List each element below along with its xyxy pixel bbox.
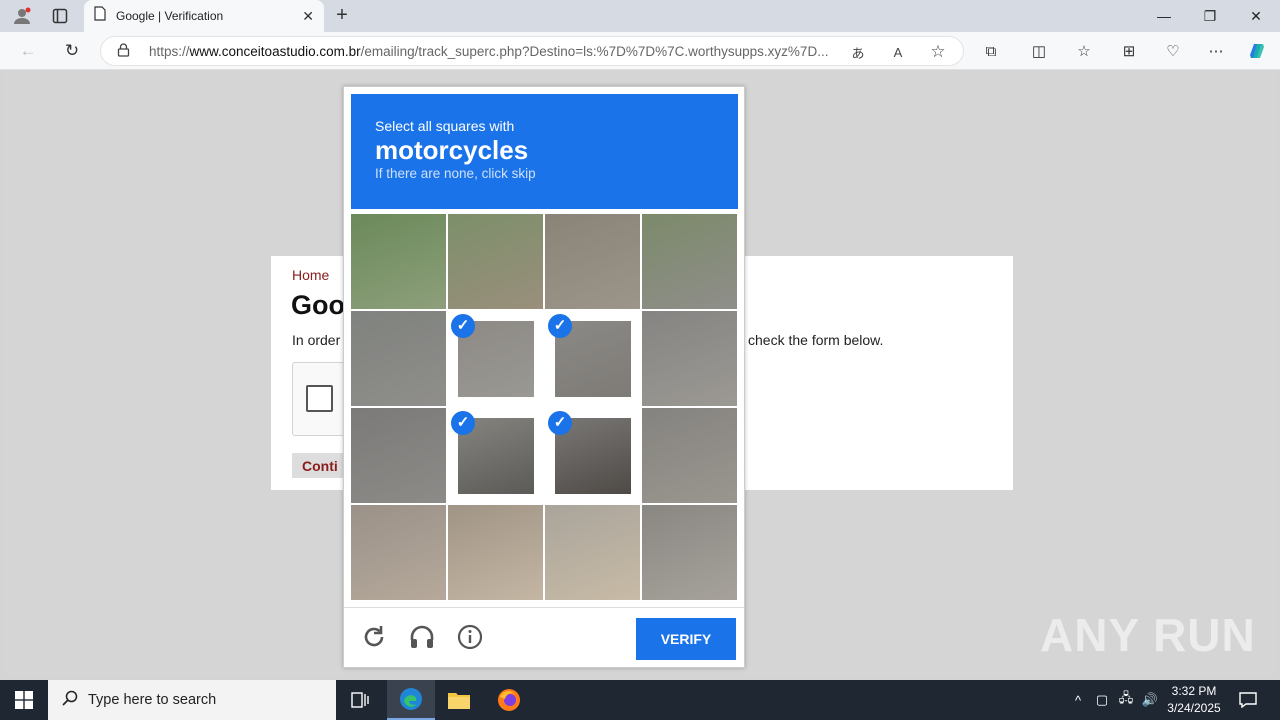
captcha-challenge: Select all squares with motorcycles If t…	[343, 86, 745, 668]
check-icon: ✓	[451, 314, 475, 338]
search-placeholder: Type here to search	[88, 692, 217, 708]
captcha-tile-image	[642, 408, 737, 503]
info-icon[interactable]	[454, 621, 486, 653]
captcha-tile[interactable]	[642, 408, 737, 503]
split-screen-icon[interactable]: ◫	[1026, 39, 1052, 63]
close-window-icon[interactable]: ✕	[1233, 0, 1279, 32]
audio-challenge-icon[interactable]	[406, 621, 438, 653]
browser-toolbar: ← ↻ https://www.conceitoastudio.com.br/e…	[0, 32, 1280, 70]
captcha-tile[interactable]	[642, 214, 737, 309]
captcha-tile-image	[642, 311, 737, 406]
captcha-tile-image	[642, 214, 737, 309]
favorite-star-icon[interactable]: ☆	[927, 41, 949, 63]
url-prefix: https://	[149, 44, 190, 59]
check-icon: ✓	[451, 411, 475, 435]
extensions-icon[interactable]: ⧉	[978, 39, 1004, 63]
copilot-icon[interactable]	[1244, 39, 1270, 63]
check-icon: ✓	[548, 411, 572, 435]
captcha-tile[interactable]	[351, 311, 446, 406]
captcha-tile[interactable]	[351, 505, 446, 600]
check-icon: ✓	[548, 314, 572, 338]
collections-icon[interactable]: ⊞	[1116, 39, 1142, 63]
captcha-tile[interactable]	[545, 214, 640, 309]
more-menu-icon[interactable]: ⋯	[1203, 39, 1229, 63]
captcha-tile-image	[351, 408, 446, 503]
captcha-tile-image	[351, 505, 446, 600]
url-text[interactable]: https://www.conceitoastudio.com.br/email…	[149, 44, 839, 59]
clock-date: 3/24/2025	[1167, 701, 1221, 715]
captcha-tile[interactable]	[642, 505, 737, 600]
favorites-icon[interactable]: ☆	[1071, 39, 1097, 63]
refresh-icon[interactable]: ↻	[58, 38, 86, 64]
notifications-icon[interactable]	[1236, 680, 1260, 720]
taskbar-clock[interactable]: 3:32 PM 3/24/2025	[1158, 683, 1230, 717]
reload-icon[interactable]	[358, 621, 390, 653]
tab-actions-icon[interactable]	[46, 4, 74, 28]
intro-text: In order	[292, 332, 341, 348]
captcha-tile[interactable]	[448, 214, 543, 309]
edge-taskbar-icon[interactable]	[387, 680, 435, 720]
captcha-tile[interactable]: ✓	[448, 408, 543, 503]
captcha-footer: VERIFY	[344, 607, 744, 667]
captcha-tile-image	[448, 505, 543, 600]
volume-icon[interactable]: 🔊	[1140, 680, 1160, 720]
captcha-tile-image	[545, 214, 640, 309]
task-view-icon[interactable]	[336, 680, 384, 720]
verify-button[interactable]: VERIFY	[636, 618, 736, 660]
address-bar[interactable]: https://www.conceitoastudio.com.br/email…	[100, 36, 964, 66]
taskbar-search-box[interactable]: Type here to search	[48, 680, 336, 720]
restore-icon[interactable]: ❐	[1187, 0, 1233, 32]
page-icon	[94, 6, 106, 26]
page-title: Goo	[291, 290, 345, 320]
captcha-tile-image	[448, 214, 543, 309]
captcha-target: motorcycles	[375, 135, 529, 165]
windows-taskbar: Type here to search ^ ▢ 🖧 🔊 3:32 PM 3/24…	[0, 680, 1280, 720]
close-tab-icon[interactable]: ✕	[302, 8, 314, 25]
captcha-tile[interactable]: ✓	[545, 408, 640, 503]
browser-tab-bar: Google | Verification ✕ + — ❐ ✕	[0, 0, 1280, 32]
home-link[interactable]: Home	[292, 267, 329, 283]
captcha-tile-image	[545, 505, 640, 600]
captcha-tile[interactable]: ✓	[545, 311, 640, 406]
captcha-hint: If there are none, click skip	[375, 166, 536, 181]
captcha-tile[interactable]	[642, 311, 737, 406]
intro-text-end: check the form below.	[748, 332, 884, 348]
captcha-tile-image	[351, 214, 446, 309]
captcha-header: Select all squares with motorcycles If t…	[351, 94, 738, 209]
captcha-image-grid: ✓ ✓ ✓ ✓	[351, 214, 738, 601]
file-explorer-icon[interactable]	[435, 680, 483, 720]
read-aloud-icon[interactable]: A	[887, 41, 909, 63]
captcha-tile-image	[642, 505, 737, 600]
captcha-tile[interactable]	[351, 214, 446, 309]
anyrun-watermark: ANY RUN	[1040, 609, 1256, 661]
captcha-tile[interactable]	[545, 505, 640, 600]
clock-time: 3:32 PM	[1171, 684, 1217, 698]
windows-start-icon[interactable]	[0, 680, 48, 720]
url-path: /emailing/track_superc.php?Destino=ls:%7…	[360, 44, 829, 59]
robot-checkbox[interactable]	[306, 385, 333, 412]
active-tab[interactable]: Google | Verification ✕	[84, 0, 324, 32]
captcha-tile[interactable]	[351, 408, 446, 503]
lock-icon[interactable]	[117, 43, 130, 60]
profile-icon[interactable]	[8, 4, 36, 28]
captcha-tile[interactable]	[448, 505, 543, 600]
back-icon[interactable]: ←	[14, 38, 42, 64]
captcha-instruction: Select all squares with	[375, 118, 515, 134]
translate-icon[interactable]: あ	[847, 41, 869, 63]
captcha-tile-image	[351, 311, 446, 406]
minimize-icon[interactable]: —	[1141, 0, 1187, 32]
url-host: www.conceitoastudio.com.br	[189, 44, 361, 59]
firefox-icon[interactable]	[485, 680, 533, 720]
captcha-tile[interactable]: ✓	[448, 311, 543, 406]
search-icon	[62, 690, 78, 711]
tray-device-icon[interactable]: ▢	[1092, 680, 1112, 720]
network-icon[interactable]: 🖧	[1116, 680, 1136, 720]
browser-essentials-icon[interactable]: ♡	[1160, 39, 1186, 63]
tab-title: Google | Verification	[116, 9, 224, 23]
tray-chevron-icon[interactable]: ^	[1068, 680, 1088, 720]
new-tab-icon[interactable]: +	[330, 4, 354, 28]
